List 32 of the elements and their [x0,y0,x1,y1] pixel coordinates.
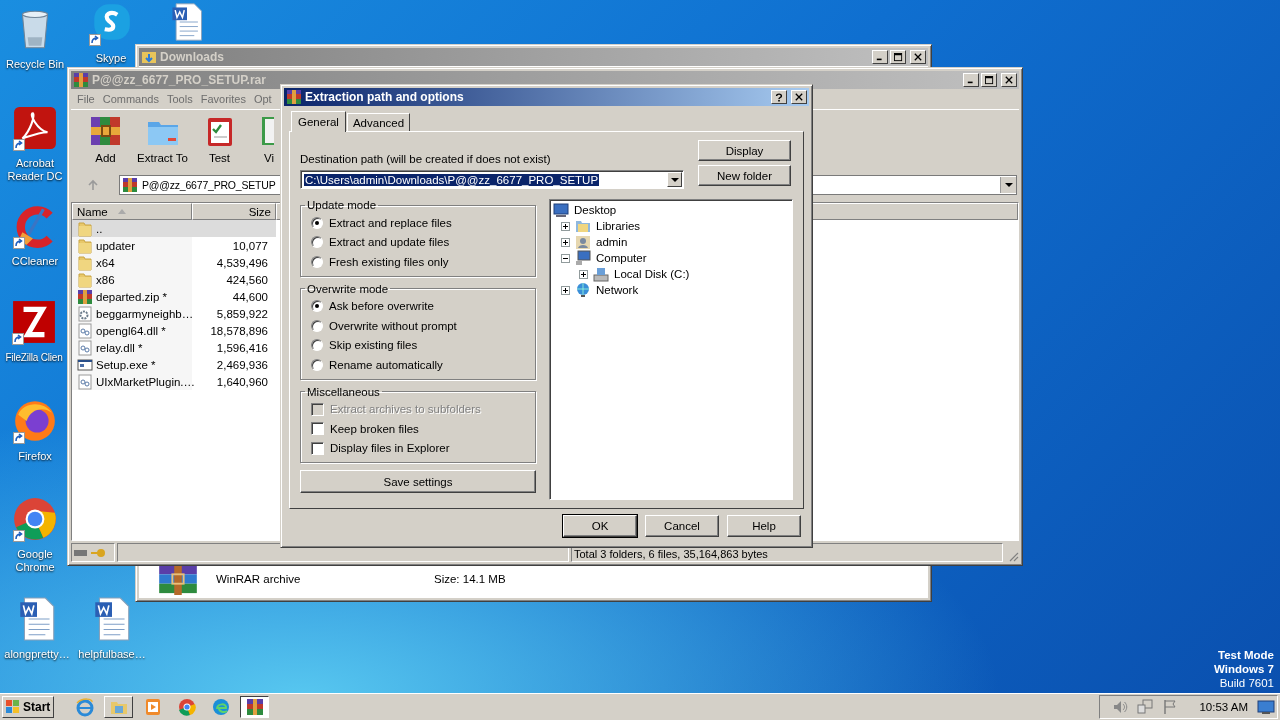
file-type-text: WinRAR archive [216,573,302,585]
file-name: relay.dll * [96,341,143,354]
window-title: Downloads [160,50,224,64]
field-label: Destination path (will be created if does not exist) [300,153,552,165]
file-name: departed.zip * [96,290,167,303]
dialog-title: Extraction path and options [305,90,464,104]
file-size: 2,469,936 [216,358,268,371]
window-title: P@@zz_6677_PRO_SETUP.rar [92,73,266,87]
file-name: Setup.exe * [96,358,156,371]
file-size: 10,077 [232,239,268,252]
file-size: 1,640,960 [216,375,268,388]
file-name: opengl64.dll * [96,324,166,337]
group-title: Overwrite mode [307,282,389,295]
group-title: Miscellaneous [307,385,380,398]
os-notice-text: Windows 7 [1214,662,1274,676]
file-size: 4,539,496 [216,256,268,269]
os-notice-text: Build 7601 [1219,676,1274,690]
file-name: UIxMarketPlugin.… [96,375,196,388]
file-size: 5,859,922 [216,307,268,320]
file-size-text: Size: 14.1 MB [434,573,506,585]
group-title: Update mode [307,199,377,211]
file-name: updater [96,239,135,252]
status-text: Total 3 folders, 6 files, 35,164,863 bytes [574,548,768,561]
file-name: beggarmyneighb… [96,307,194,320]
file-size: 424,560 [226,273,268,286]
os-notice-text: Test Mode [1218,648,1274,662]
file-size: 1,596,416 [216,341,268,354]
file-name: x86 [96,273,115,286]
file-name: x64 [96,256,115,269]
file-name: .. [96,222,103,235]
file-size: 44,600 [232,290,268,303]
file-size: 18,578,896 [210,324,268,337]
